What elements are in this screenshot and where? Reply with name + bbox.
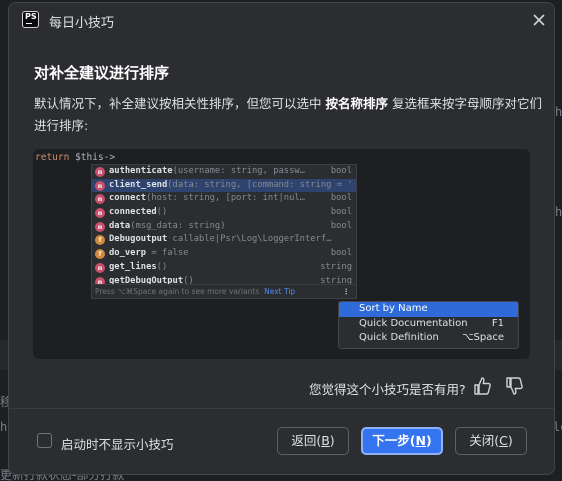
next-tip-link[interactable]: Next Tip xyxy=(264,287,295,296)
completion-popup: m authenticate(username: string, passw… bo… xyxy=(91,164,357,299)
completion-item[interactable]: f do_verp = false bool xyxy=(92,247,356,261)
method-icon: m xyxy=(95,167,105,177)
completion-item-name: connect(host: string, [port: int|nul… xyxy=(109,193,305,204)
completion-hint: Press ⌥⌘Space again to see more variants xyxy=(95,287,260,296)
completion-context-menu: Sort by Name Quick Documentation F1 Quick D… xyxy=(338,301,519,349)
menu-item-shortcut: F1 xyxy=(491,317,504,329)
completion-item[interactable]: m connect(host: string, [port: int|nul… bo… xyxy=(92,192,356,206)
method-icon: m xyxy=(95,180,105,191)
ide-background-fragment: h xyxy=(555,205,562,219)
completion-item[interactable]: m data(msg_data: string) bool xyxy=(92,220,356,234)
back-button-paren: ) xyxy=(329,433,335,448)
more-options-icon[interactable]: ⋮ xyxy=(343,285,351,298)
menu-item-shortcut: ⌥Space xyxy=(462,332,504,343)
completion-item[interactable]: f Debugoutput callable|Psr\Log\LoggerInte… xyxy=(92,233,356,247)
dont-show-label[interactable]: 启动时不显示小技巧 xyxy=(61,434,174,453)
title-bar: PS 每日小技巧 xyxy=(9,3,554,39)
dialog-title: 每日小技巧 xyxy=(49,16,115,31)
menu-item-label: Quick Documentation xyxy=(359,317,468,329)
completion-item-name: client_send(data: string, [command: stri… xyxy=(109,179,353,190)
completion-item-type: string xyxy=(320,261,352,272)
completion-item-name: Debugoutput callable|Psr\Log\LoggerInter… xyxy=(109,234,332,245)
back-button[interactable]: 返回(B) xyxy=(277,427,349,455)
code-expression: $this-> xyxy=(75,152,116,163)
field-icon: f xyxy=(95,235,105,246)
code-keyword: return xyxy=(35,152,70,163)
next-button-label: 下一步( xyxy=(372,433,416,448)
completion-item[interactable]: m connected() bool xyxy=(92,206,356,220)
completion-item-type: bool xyxy=(330,248,352,259)
next-button[interactable]: 下一步(N) xyxy=(361,427,443,455)
completion-item-name: data(msg_data: string) xyxy=(109,220,226,231)
completion-item-type: bool xyxy=(330,193,352,204)
tip-heading: 对补全建议进行排序 xyxy=(34,64,170,82)
field-icon: f xyxy=(95,249,105,260)
dont-show-checkbox[interactable] xyxy=(37,433,52,448)
completion-item-name: do_verp = false xyxy=(109,248,189,259)
back-button-label: 返回( xyxy=(291,433,322,448)
tip-description-bold: 按名称排序 xyxy=(325,96,388,111)
method-icon: m xyxy=(95,208,105,219)
completion-item[interactable]: m authenticate(username: string, passw… bo… xyxy=(92,165,356,179)
completion-item-type: bool xyxy=(330,166,352,176)
close-icon[interactable] xyxy=(531,12,547,28)
next-button-mnemonic: N xyxy=(415,433,426,448)
close-button-mnemonic: C xyxy=(499,433,508,448)
menu-item-label: Quick Definition xyxy=(359,332,439,343)
completion-footer: Press ⌥⌘Space again to see more variants… xyxy=(92,284,356,298)
menu-item[interactable]: Sort by Name xyxy=(339,302,518,317)
footer-divider xyxy=(9,408,554,409)
completion-item[interactable]: m client_send(data: string, [command: str… xyxy=(92,178,356,193)
next-button-paren: ) xyxy=(425,433,432,448)
code-line: return $this-> xyxy=(35,152,115,163)
completion-item-name: get_lines() xyxy=(109,261,168,272)
tip-description: 默认情况下，补全建议按相关性排序，但您可以选中 按名称排序 复选框来按字母顺序对… xyxy=(34,93,544,137)
completion-item-type: bool xyxy=(330,220,352,231)
menu-item[interactable]: Quick Documentation F1 xyxy=(339,317,518,332)
completion-item-name: connected() xyxy=(109,207,168,218)
ide-background-fragment: h xyxy=(555,105,562,119)
close-button-paren: ) xyxy=(507,433,513,448)
tip-preview-image: return $this-> m authenticate(username: s… xyxy=(33,149,530,359)
close-button-label: 关闭( xyxy=(469,433,500,448)
phpstorm-logo-icon: PS xyxy=(22,11,39,28)
ide-background-fragment: h xyxy=(0,420,8,434)
completion-item-type: bool xyxy=(330,207,352,218)
tip-of-the-day-dialog: PS 每日小技巧 对补全建议进行排序 默认情况下，补全建议按相关性排序，但您可以… xyxy=(8,2,555,475)
tip-description-text: 默认情况下，补全建议按相关性排序，但您可以选中 xyxy=(34,96,326,111)
menu-item[interactable]: Quick Definition ⌥Space xyxy=(339,331,518,346)
method-icon: m xyxy=(95,262,105,273)
completion-item[interactable]: m get_lines() string xyxy=(92,261,356,275)
close-button[interactable]: 关闭(C) xyxy=(455,427,527,455)
feedback-question: 您觉得这个小技巧是否有用? xyxy=(309,382,466,397)
menu-item-label: Sort by Name xyxy=(359,303,428,314)
thumbs-up-icon[interactable] xyxy=(471,375,493,397)
method-icon: m xyxy=(95,194,105,205)
thumbs-down-icon[interactable] xyxy=(503,375,525,397)
back-button-mnemonic: B xyxy=(321,433,330,448)
method-icon: m xyxy=(95,221,105,232)
completion-item-name: authenticate(username: string, passw… xyxy=(109,166,305,176)
